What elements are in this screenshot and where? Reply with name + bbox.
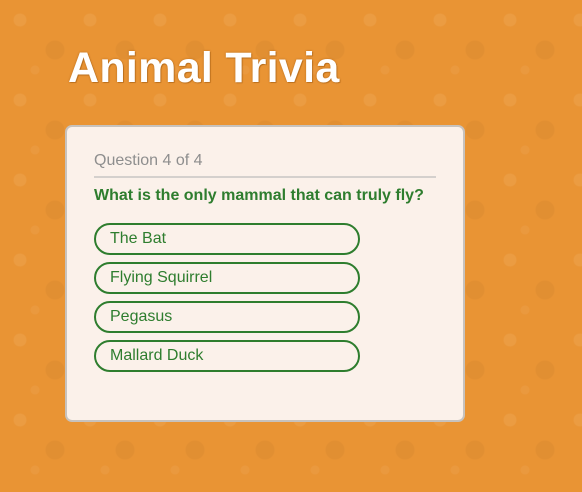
answer-option-mallard-duck[interactable]: Mallard Duck <box>94 340 360 372</box>
question-card: Question 4 of 4 What is the only mammal … <box>65 125 465 422</box>
page-title: Animal Trivia <box>68 44 340 92</box>
question-counter: Question 4 of 4 <box>94 151 436 178</box>
answer-option-pegasus[interactable]: Pegasus <box>94 301 360 333</box>
answer-option-the-bat[interactable]: The Bat <box>94 223 360 255</box>
answer-options: The Bat Flying Squirrel Pegasus Mallard … <box>94 223 436 372</box>
trivia-page: { "app": { "title": "Animal Trivia" }, "… <box>0 0 582 492</box>
question-text: What is the only mammal that can truly f… <box>94 187 424 204</box>
answer-option-flying-squirrel[interactable]: Flying Squirrel <box>94 262 360 294</box>
